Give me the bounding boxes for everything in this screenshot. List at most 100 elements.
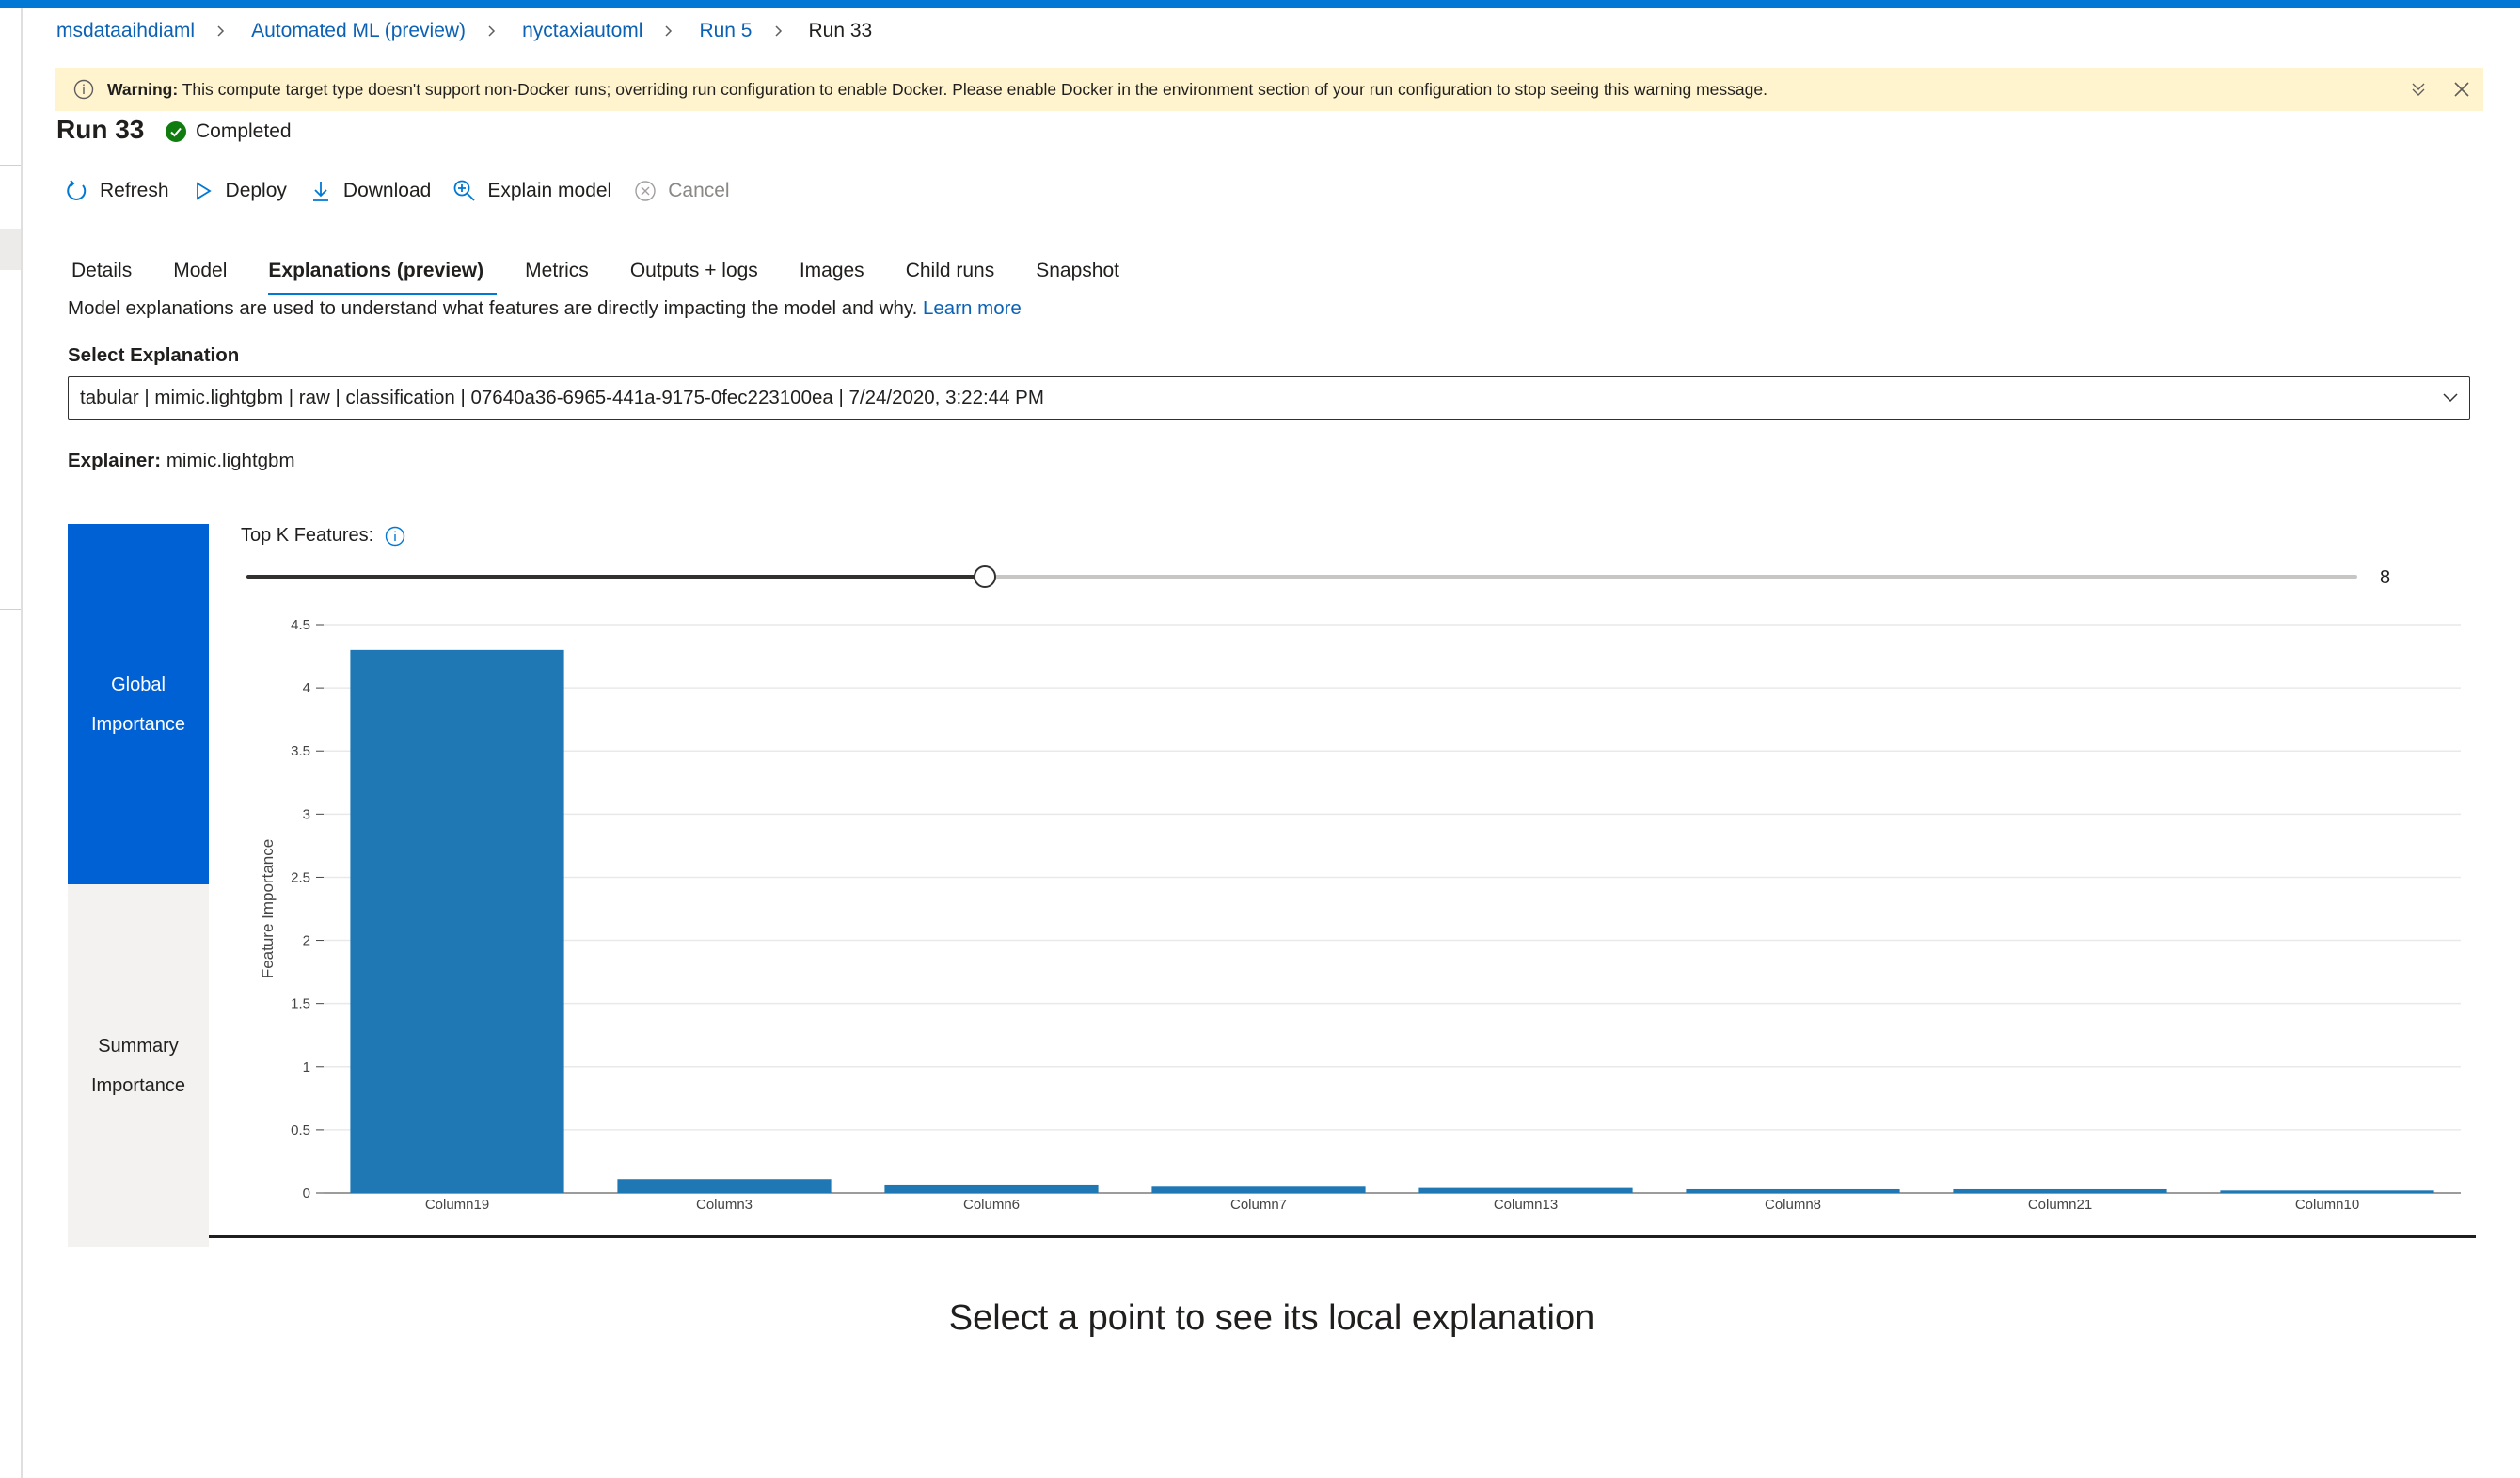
- download-icon: [308, 178, 334, 204]
- play-icon: [190, 178, 216, 204]
- status-text: Completed: [196, 120, 292, 142]
- download-label: Download: [342, 180, 432, 201]
- y-tick-label: 1.5: [291, 996, 310, 1012]
- breadcrumb-item-current: Run 33: [808, 20, 873, 41]
- tab-outputs-logs[interactable]: Outputs + logs: [617, 246, 771, 295]
- explanations-description: Model explanations are used to understan…: [68, 297, 1022, 320]
- y-tick-label: 0.5: [291, 1122, 310, 1138]
- explain-model-label: Explain model: [487, 180, 612, 201]
- explainer-info: Explainer: mimic.lightgbm: [68, 450, 295, 472]
- select-explanation-dropdown[interactable]: tabular | mimic.lightgbm | raw | classif…: [68, 376, 2470, 420]
- learn-more-link[interactable]: Learn more: [923, 297, 1022, 319]
- select-explanation-label: Select Explanation: [68, 344, 240, 366]
- chevron-right-icon: [773, 25, 785, 37]
- global-importance-pivot[interactable]: Global Importance: [68, 524, 209, 884]
- top-accent-bar: [0, 0, 2520, 8]
- tab-explanations[interactable]: Explanations (preview): [255, 246, 497, 295]
- chevron-right-icon: [663, 25, 674, 37]
- explain-model-button[interactable]: Explain model: [452, 178, 611, 204]
- bar-column19: [350, 649, 564, 1193]
- bar-column8: [1686, 1188, 1900, 1193]
- left-nav-separator: [0, 165, 21, 166]
- status-badge: Completed: [166, 120, 292, 143]
- refresh-label: Refresh: [100, 180, 169, 201]
- bar-column7: [1151, 1186, 1366, 1193]
- top-k-value: 8: [2380, 567, 2391, 588]
- x-tick-label: Column19: [425, 1197, 489, 1213]
- tab-details[interactable]: Details: [58, 246, 145, 295]
- tab-model[interactable]: Model: [160, 246, 240, 295]
- left-nav-divider: [21, 8, 23, 1478]
- download-button[interactable]: Download: [308, 178, 431, 204]
- feature-importance-chart: 0 0.5 1 1.5 2 2.5 3 3.5 4 4.5 Column19 Column3 Colum…: [259, 617, 2461, 1213]
- x-tick-label: Column8: [1765, 1197, 1821, 1213]
- chart-divider: [209, 1235, 2476, 1238]
- breadcrumb: msdataaihdiaml Automated ML (preview) ny…: [56, 17, 872, 45]
- bar-column13: [1418, 1187, 1633, 1193]
- expand-warning-button[interactable]: [2397, 68, 2440, 111]
- x-tick-label: Column13: [1494, 1197, 1558, 1213]
- top-k-label: Top K Features:: [241, 525, 374, 546]
- chevron-right-icon: [215, 25, 227, 37]
- summary-importance-label-line1: Summary: [98, 1035, 179, 1057]
- breadcrumb-item-automl[interactable]: Automated ML (preview): [251, 20, 466, 42]
- y-tick-label: 4: [303, 680, 310, 696]
- deploy-button[interactable]: Deploy: [190, 178, 287, 204]
- y-axis-label: Feature Importance: [259, 839, 277, 978]
- info-icon: [73, 79, 94, 100]
- run-tabs: Details Model Explanations (preview) Met…: [58, 246, 1148, 295]
- breadcrumb-item-parent-run[interactable]: Run 5: [699, 20, 752, 42]
- tab-metrics[interactable]: Metrics: [512, 246, 602, 295]
- y-tick-label: 3.5: [291, 743, 310, 759]
- local-explanation-placeholder: Select a point to see its local explanat…: [948, 1298, 1595, 1338]
- x-tick-label: Column7: [1230, 1197, 1287, 1213]
- left-nav-selected-item[interactable]: [0, 229, 21, 270]
- cancel-button[interactable]: Cancel: [632, 178, 730, 204]
- tab-snapshot[interactable]: Snapshot: [1022, 246, 1133, 295]
- chevron-down-icon: [2441, 389, 2460, 413]
- refresh-button[interactable]: Refresh: [64, 178, 169, 204]
- summary-importance-label-line2: Importance: [90, 1074, 186, 1096]
- checkmark-icon: [166, 121, 186, 142]
- refresh-icon: [64, 178, 90, 204]
- top-k-slider[interactable]: [246, 565, 2357, 588]
- y-tick-label: 0: [303, 1185, 310, 1201]
- page-title: Run 33: [56, 115, 145, 144]
- explainer-label: Explainer:: [68, 450, 162, 471]
- double-chevron-down-icon: [2412, 83, 2425, 96]
- select-explanation-value: tabular | mimic.lightgbm | raw | classif…: [80, 387, 1044, 408]
- bar-column21: [1953, 1188, 2167, 1193]
- y-tick-label: 4.5: [291, 617, 310, 633]
- x-tick-label: Column21: [2028, 1197, 2092, 1213]
- x-tick-label: Column3: [696, 1197, 753, 1213]
- global-importance-label-line1: Global: [111, 674, 166, 695]
- bar-column3: [617, 1179, 832, 1193]
- cancel-label: Cancel: [668, 180, 730, 201]
- cancel-circle-icon: [632, 178, 658, 204]
- warning-body: This compute target type doesn't support…: [182, 79, 1767, 99]
- global-importance-label-line2: Importance: [90, 713, 186, 735]
- tab-child-runs[interactable]: Child runs: [893, 246, 1008, 295]
- y-tick-label: 1: [303, 1059, 310, 1075]
- info-icon[interactable]: [385, 526, 405, 547]
- command-bar: Refresh Deploy Download Explain model Ca…: [64, 175, 751, 207]
- warning-label: Warning:: [107, 79, 179, 99]
- dismiss-warning-button[interactable]: [2440, 68, 2483, 111]
- x-tick-label: Column6: [963, 1197, 1020, 1213]
- bar-column6: [884, 1184, 1099, 1193]
- breadcrumb-item-experiment[interactable]: nyctaxiautoml: [522, 20, 642, 42]
- y-tick-label: 3: [303, 806, 310, 822]
- slider-thumb[interactable]: [974, 565, 996, 588]
- explainer-value: mimic.lightgbm: [166, 450, 295, 471]
- tab-images[interactable]: Images: [786, 246, 878, 295]
- x-tick-label: Column10: [2295, 1197, 2359, 1213]
- chevron-right-icon: [486, 25, 498, 37]
- description-text: Model explanations are used to understan…: [68, 297, 918, 319]
- y-tick-label: 2: [303, 933, 310, 949]
- close-icon: [2454, 82, 2469, 97]
- summary-importance-pivot[interactable]: Summary Importance: [68, 884, 209, 1247]
- warning-message-bar: Warning: This compute target type doesn'…: [55, 68, 2483, 111]
- left-nav-separator: [0, 609, 21, 610]
- slider-fill: [246, 575, 985, 579]
- breadcrumb-item-workspace[interactable]: msdataaihdiaml: [56, 20, 195, 42]
